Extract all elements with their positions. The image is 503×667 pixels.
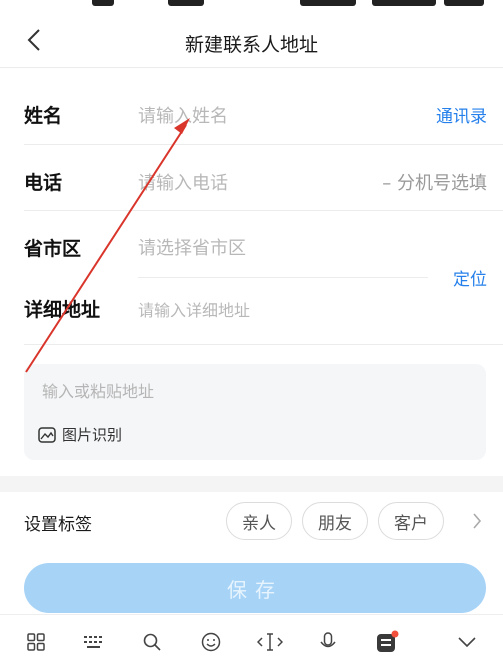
- chevron-right-icon: [473, 513, 482, 529]
- name-label: 姓名: [24, 105, 63, 127]
- divider: [24, 344, 503, 345]
- tags-row: 设置标签 亲人 朋友 客户: [0, 492, 503, 552]
- image-icon: [38, 426, 56, 443]
- region-label: 省市区: [24, 238, 82, 260]
- grid-icon[interactable]: [21, 627, 51, 657]
- phone-input[interactable]: 请输入电话: [138, 169, 228, 195]
- tags-label: 设置标签: [24, 515, 92, 535]
- detail-label: 详细地址: [24, 299, 101, 321]
- phone-row: 电话 请输入电话 – 分机号选填: [0, 146, 503, 210]
- tag-chip-client[interactable]: 客户: [378, 502, 444, 540]
- nav-bar: 新建联系人地址: [0, 12, 503, 68]
- page-title: 新建联系人地址: [184, 34, 318, 56]
- phone-label: 电话: [24, 172, 63, 194]
- contacts-button[interactable]: 通讯录: [436, 102, 487, 127]
- image-recognize-label: 图片识别: [62, 426, 123, 444]
- divider: [24, 210, 503, 211]
- cursor-icon[interactable]: [255, 627, 285, 657]
- name-input[interactable]: 请输入姓名: [138, 102, 228, 128]
- image-recognize-button[interactable]: 图片识别: [38, 424, 122, 445]
- search-icon[interactable]: [137, 627, 167, 657]
- save-button[interactable]: 保存: [24, 563, 486, 613]
- status-bar: [0, 0, 503, 10]
- keyboard-toolbar: [0, 614, 503, 667]
- paste-address-input[interactable]: 输入或粘贴地址: [42, 378, 154, 402]
- keyboard-icon[interactable]: [79, 627, 109, 657]
- detail-input[interactable]: 请输入详细地址: [138, 297, 250, 321]
- name-row: 姓名 请输入姓名 通讯录: [0, 80, 503, 144]
- tag-chip-family[interactable]: 亲人: [226, 502, 292, 540]
- taobao-icon[interactable]: [372, 627, 402, 657]
- region-row: 省市区 请选择省市区: [0, 212, 503, 276]
- section-gap: [0, 476, 503, 492]
- detail-row: 详细地址 请输入详细地址: [0, 278, 503, 342]
- chevron-down-icon[interactable]: [452, 627, 482, 657]
- tag-chip-friend[interactable]: 朋友: [302, 502, 368, 540]
- emoji-icon[interactable]: [196, 627, 226, 657]
- paste-address-box[interactable]: 输入或粘贴地址 图片识别: [24, 364, 486, 460]
- region-select[interactable]: 请选择省市区: [138, 234, 246, 260]
- divider: [24, 144, 503, 145]
- tags-more-button[interactable]: [467, 506, 487, 536]
- extension-input[interactable]: – 分机号选填: [382, 169, 487, 195]
- microphone-icon[interactable]: [313, 627, 343, 657]
